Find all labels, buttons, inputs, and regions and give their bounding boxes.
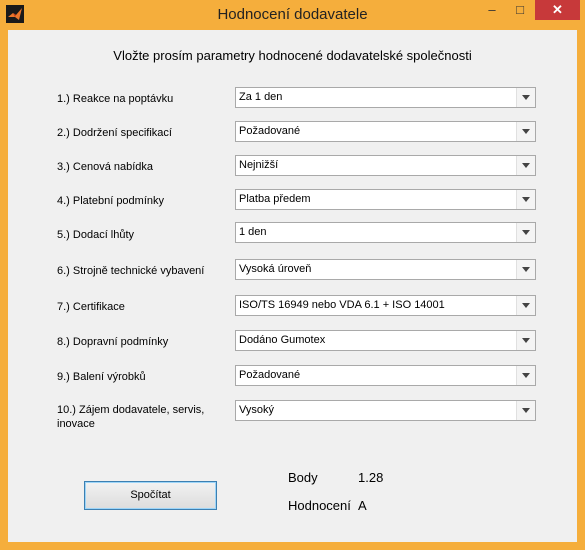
label-doprava: 8.) Dopravní podmínky (57, 336, 169, 348)
dropdown-arrow[interactable] (516, 190, 535, 209)
chevron-down-icon (522, 373, 530, 378)
label-baleni: 9.) Balení výrobků (57, 371, 146, 383)
dropdown-arrow[interactable] (516, 331, 535, 350)
select-value: Vysoká úroveň (239, 263, 312, 275)
label-cena: 3.) Cenová nabídka (57, 161, 154, 173)
chevron-down-icon (522, 267, 530, 272)
form-panel: Vložte prosím parametry hodnocené dodava… (8, 30, 577, 542)
select-value: Požadované (239, 369, 301, 381)
label-zajem-line1: 10.) Zájem dodavatele, servis, (57, 404, 205, 416)
dropdown-arrow[interactable] (516, 156, 535, 175)
chevron-down-icon (522, 230, 530, 235)
select-vybaveni[interactable]: Vysoká úroveň (235, 259, 536, 280)
label-certifikace: 7.) Certifikace (57, 301, 125, 313)
chevron-down-icon (522, 95, 530, 100)
select-value: Za 1 den (239, 91, 283, 103)
label-vybaveni: 6.) Strojně technické vybavení (57, 265, 205, 277)
select-baleni[interactable]: Požadované (235, 365, 536, 386)
select-cena[interactable]: Nejnižší (235, 155, 536, 176)
chevron-down-icon (522, 197, 530, 202)
app-window: Hodnocení dodavatele – □ ✕ Vložte prosím… (0, 0, 585, 550)
select-value: Dodáno Gumotex (239, 334, 326, 346)
dropdown-arrow[interactable] (516, 223, 535, 242)
select-platebni[interactable]: Platba předem (235, 189, 536, 210)
rating-value: A (358, 498, 367, 513)
dropdown-arrow[interactable] (516, 366, 535, 385)
select-specifikace[interactable]: Požadované (235, 121, 536, 142)
select-zajem[interactable]: Vysoký (235, 400, 536, 421)
select-value: 1 den (239, 226, 267, 238)
maximize-button[interactable]: □ (507, 0, 533, 20)
minimize-button[interactable]: – (479, 0, 505, 20)
label-reakce: 1.) Reakce na poptávku (57, 93, 174, 105)
chevron-down-icon (522, 338, 530, 343)
dropdown-arrow[interactable] (516, 401, 535, 420)
chevron-down-icon (522, 408, 530, 413)
title-bar[interactable]: Hodnocení dodavatele – □ ✕ (0, 0, 585, 30)
form-heading: Vložte prosím parametry hodnocené dodava… (113, 48, 472, 63)
body-label: Body (288, 470, 318, 485)
label-platebni: 4.) Platební podmínky (57, 195, 165, 207)
chevron-down-icon (522, 303, 530, 308)
dropdown-arrow[interactable] (516, 88, 535, 107)
select-certifikace[interactable]: ISO/TS 16949 nebo VDA 6.1 + ISO 14001 (235, 295, 536, 316)
rating-label: Hodnocení (288, 498, 351, 513)
select-value: Platba předem (239, 193, 311, 205)
chevron-down-icon (522, 163, 530, 168)
label-zajem: 10.) Zájem dodavatele, servis, inovace (57, 403, 232, 431)
select-value: Požadované (239, 125, 301, 137)
dropdown-arrow[interactable] (516, 122, 535, 141)
dropdown-arrow[interactable] (516, 260, 535, 279)
chevron-down-icon (522, 129, 530, 134)
body-value: 1.28 (358, 470, 384, 485)
select-value: Vysoký (239, 404, 275, 416)
close-button[interactable]: ✕ (535, 0, 580, 20)
dropdown-arrow[interactable] (516, 296, 535, 315)
select-doprava[interactable]: Dodáno Gumotex (235, 330, 536, 351)
label-specifikace: 2.) Dodržení specifikací (57, 127, 172, 139)
calculate-button[interactable]: Spočítat (84, 481, 217, 510)
label-dodaci: 5.) Dodací lhůty (57, 229, 135, 241)
select-value: ISO/TS 16949 nebo VDA 6.1 + ISO 14001 (239, 299, 445, 311)
select-reakce[interactable]: Za 1 den (235, 87, 536, 108)
label-zajem-line2: inovace (57, 418, 95, 430)
select-value: Nejnižší (239, 159, 279, 171)
select-dodaci[interactable]: 1 den (235, 222, 536, 243)
